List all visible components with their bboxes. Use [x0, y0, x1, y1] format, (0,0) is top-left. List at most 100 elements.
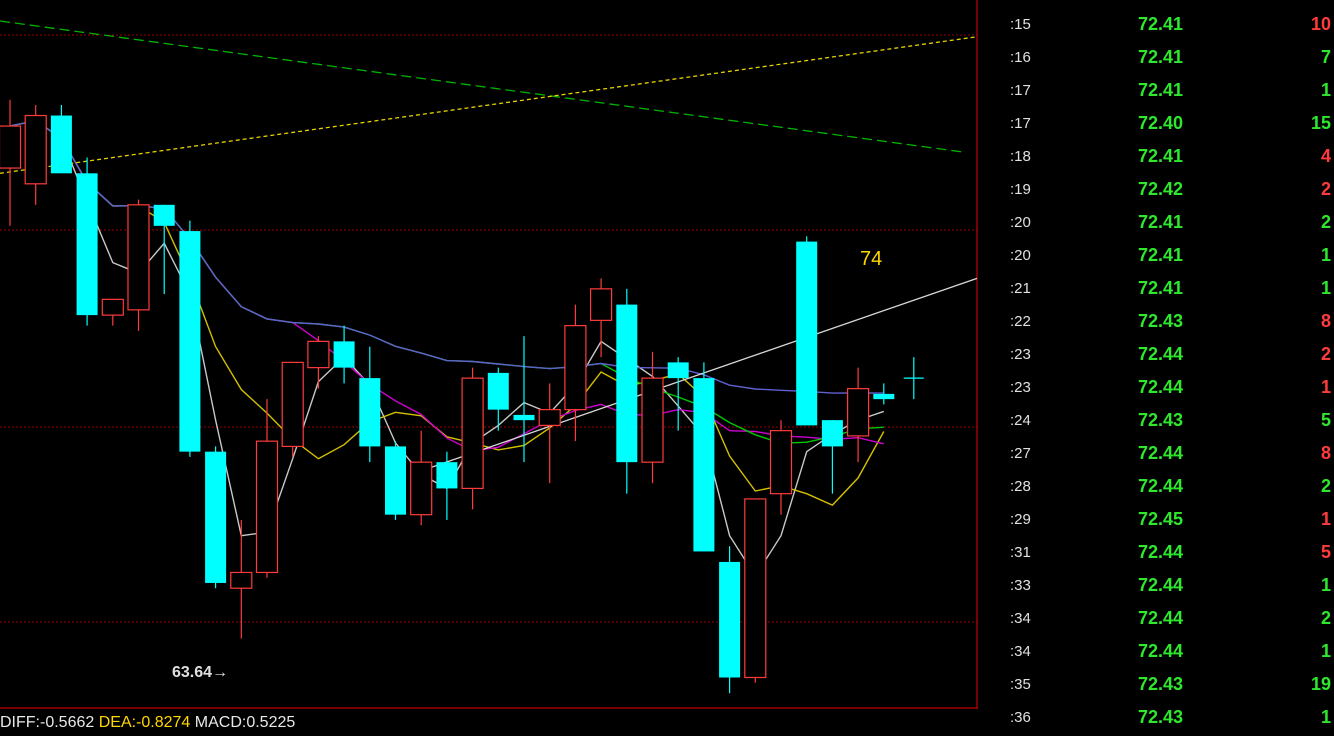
tick-time: :21 — [1010, 280, 1031, 297]
tick-volume: 2 — [1320, 344, 1331, 364]
candle-body-up — [744, 498, 767, 679]
tick-time: :17 — [1010, 115, 1031, 132]
tick-volume: 8 — [1320, 311, 1331, 331]
candle-body-up — [127, 204, 150, 311]
tick-price: 72.43 — [1138, 674, 1184, 694]
candle-body-down — [693, 378, 715, 552]
tick-volume: 1 — [1320, 509, 1331, 529]
tick-time: :23 — [1010, 379, 1031, 396]
tick-row[interactable]: :18 72.41 4 — [980, 140, 1334, 173]
tick-time: :34 — [1010, 643, 1031, 660]
tick-price: 72.43 — [1138, 311, 1184, 331]
candle-body-up — [307, 340, 330, 369]
tick-price: 72.44 — [1138, 377, 1184, 397]
kline-chart-panel[interactable]: 63.64→ 74 DIFF:-0.5662 DEA:-0.8274 MACD:… — [0, 0, 978, 736]
tick-time: :17 — [1010, 82, 1031, 99]
tick-price: 72.44 — [1138, 443, 1184, 463]
tick-row[interactable]: :19 72.42 2 — [980, 173, 1334, 206]
tick-row[interactable]: :17 72.40 15 — [980, 107, 1334, 140]
candle-body-up — [255, 440, 279, 574]
candle-body-down — [487, 372, 509, 410]
candle-body-up — [24, 114, 47, 185]
candle-body-down — [873, 393, 895, 400]
candle-body-down — [616, 304, 638, 463]
candle-body-up — [230, 571, 253, 589]
candle-body-up — [846, 388, 870, 437]
tick-volume: 2 — [1320, 179, 1331, 199]
candle-body-up — [410, 461, 433, 516]
tick-row[interactable]: :24 72.43 5 — [980, 404, 1334, 437]
tick-price: 72.44 — [1138, 344, 1184, 364]
candle-body-down — [513, 414, 535, 421]
candle-body-up — [538, 409, 561, 426]
tick-row[interactable]: :22 72.43 8 — [980, 305, 1334, 338]
tick-time: :27 — [1010, 445, 1031, 462]
macd-indicator-bar: DIFF:-0.5662 DEA:-0.8274 MACD:0.5225 — [0, 709, 978, 736]
tick-price: 72.41 — [1138, 245, 1184, 265]
tick-row[interactable]: :21 72.41 1 — [980, 272, 1334, 305]
tick-volume: 1 — [1320, 707, 1331, 727]
candle-body-down — [796, 241, 818, 426]
candle-body-up — [0, 125, 22, 169]
macd-dea-value: DEA:-0.8274 — [98, 714, 191, 731]
tick-row[interactable]: :34 72.44 1 — [980, 635, 1334, 668]
ma-line-yellow — [9, 120, 885, 506]
tick-price: 72.43 — [1138, 410, 1184, 430]
tick-row[interactable]: :36 72.43 1 — [980, 701, 1334, 734]
tick-price: 72.44 — [1138, 608, 1184, 628]
candle-body-down — [719, 561, 741, 678]
tick-row[interactable]: :34 72.44 2 — [980, 602, 1334, 635]
tick-row[interactable]: :23 72.44 1 — [980, 371, 1334, 404]
tick-time: :34 — [1010, 610, 1031, 627]
tick-volume: 2 — [1320, 476, 1331, 496]
trend-line-green — [0, 20, 966, 153]
candle-body-down — [205, 451, 227, 583]
tick-time: :35 — [1010, 676, 1031, 693]
tick-time: :16 — [1010, 49, 1031, 66]
tick-time: :20 — [1010, 247, 1031, 264]
tick-time: :22 — [1010, 313, 1031, 330]
candle-body-down — [179, 231, 201, 452]
tick-volume: 4 — [1320, 146, 1331, 166]
tick-price: 72.40 — [1138, 113, 1184, 133]
tick-list-panel[interactable]: :15 72.41 10:16 72.41 7:17 72.41 1:17 72.40 15:1… — [980, 0, 1334, 736]
tick-time: :23 — [1010, 346, 1031, 363]
tick-price: 72.41 — [1138, 212, 1184, 232]
tick-time: :33 — [1010, 577, 1031, 594]
tick-row[interactable]: :31 72.44 5 — [980, 536, 1334, 569]
candle-body-down — [667, 362, 689, 379]
tick-price: 72.44 — [1138, 575, 1184, 595]
candle-body-down — [153, 204, 175, 226]
tick-row[interactable]: :15 72.41 10 — [980, 8, 1334, 41]
tick-price: 72.43 — [1138, 707, 1184, 727]
candle-body-down — [821, 420, 843, 447]
tick-row[interactable]: :16 72.41 7 — [980, 41, 1334, 74]
tick-volume: 1 — [1320, 641, 1331, 661]
candle-body-down — [76, 173, 98, 316]
tick-row[interactable]: :20 72.41 1 — [980, 239, 1334, 272]
tick-time: :36 — [1010, 709, 1031, 726]
tick-volume: 2 — [1320, 608, 1331, 628]
tick-row[interactable]: :27 72.44 8 — [980, 437, 1334, 470]
tick-volume: 2 — [1320, 212, 1331, 232]
kline-chart[interactable] — [0, 0, 978, 709]
candle-body-up — [101, 298, 124, 316]
tick-volume: 7 — [1320, 47, 1331, 67]
tick-time: :18 — [1010, 148, 1031, 165]
tick-price: 72.41 — [1138, 80, 1184, 100]
tick-price: 72.41 — [1138, 278, 1184, 298]
tick-row[interactable]: :33 72.44 1 — [980, 569, 1334, 602]
tick-row[interactable]: :35 72.43 19 — [980, 668, 1334, 701]
candle-body-up — [769, 430, 793, 495]
tick-row[interactable]: :29 72.45 1 — [980, 503, 1334, 536]
tick-time: :29 — [1010, 511, 1031, 528]
tick-volume: 1 — [1320, 80, 1331, 100]
tick-row[interactable]: :20 72.41 2 — [980, 206, 1334, 239]
tick-time: :20 — [1010, 214, 1031, 231]
tick-row[interactable]: :28 72.44 2 — [980, 470, 1334, 503]
tick-time: :19 — [1010, 181, 1031, 198]
tick-row[interactable]: :23 72.44 2 — [980, 338, 1334, 371]
tick-time: :15 — [1010, 16, 1031, 33]
tick-row[interactable]: :17 72.41 1 — [980, 74, 1334, 107]
candle-body-up — [564, 325, 587, 411]
